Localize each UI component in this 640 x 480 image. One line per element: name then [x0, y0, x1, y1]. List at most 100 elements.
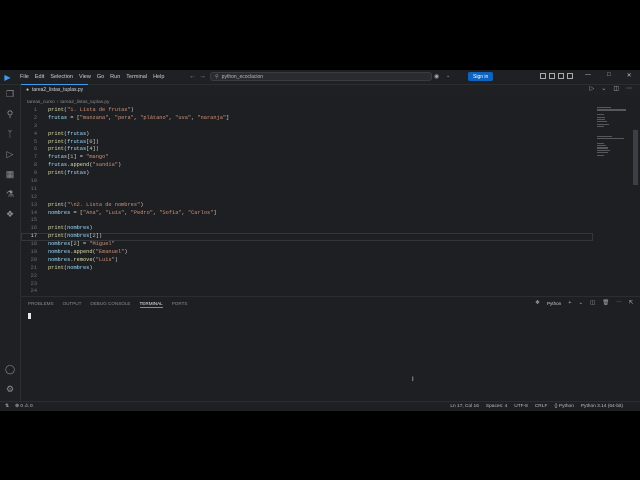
account-icon[interactable]: ◯: [5, 364, 15, 374]
maximize-icon[interactable]: □: [607, 72, 611, 79]
minimap-line: [597, 126, 604, 128]
panel-tabs: PROBLEMS OUTPUT DEBUG CONSOLE TERMINAL P…: [28, 301, 187, 308]
extensions-icon[interactable]: ▦: [5, 169, 15, 179]
menu-edit[interactable]: Edit: [32, 74, 47, 80]
minimap-line: [597, 149, 610, 151]
chevron-down-icon[interactable]: ⌄: [446, 73, 450, 79]
minimize-icon[interactable]: —: [585, 72, 591, 79]
cursor-position[interactable]: Ln 17, Col 16: [450, 404, 479, 409]
toggle-panel-icon[interactable]: [549, 73, 555, 79]
code-line[interactable]: 21 print(nombres): [21, 265, 621, 273]
more-actions-icon[interactable]: ⋯: [626, 85, 632, 92]
close-icon[interactable]: ✕: [627, 72, 632, 79]
python-interpreter[interactable]: Python 3.14 (64-bit): [581, 404, 623, 409]
code-line[interactable]: 15: [21, 217, 621, 225]
end-of-line[interactable]: CRLF: [535, 404, 548, 409]
line-number: 12: [30, 193, 37, 200]
source-control-icon[interactable]: ᛉ: [5, 129, 15, 139]
encoding[interactable]: UTF-8: [514, 404, 528, 409]
customize-layout-icon[interactable]: [567, 73, 573, 79]
code-line[interactable]: 3: [21, 123, 621, 131]
chevron-down-icon[interactable]: ⌄: [578, 300, 583, 306]
code-line[interactable]: 1 print("1. Lista de frutas"): [21, 107, 621, 115]
command-center-search[interactable]: ⚲ python_ecoclacion: [210, 72, 432, 81]
new-terminal-icon[interactable]: +: [568, 300, 571, 306]
status-bar: ⇅ ⊗ 0 ⚠ 0 Ln 17, Col 16 Spaces: 4 UTF-8 …: [0, 401, 640, 411]
tab-terminal[interactable]: TERMINAL: [139, 301, 163, 308]
more-actions-icon[interactable]: ⋯: [616, 300, 622, 306]
language-mode[interactable]: {} Python: [554, 404, 573, 409]
line-number: 21: [30, 264, 37, 271]
run-file-icon[interactable]: ▷: [590, 85, 595, 92]
code-line[interactable]: 5 print(frutas[0]): [21, 139, 621, 147]
code-line[interactable]: 22: [21, 273, 621, 281]
code-line[interactable]: 20 nombres.remove("Luis"): [21, 257, 621, 265]
layout-controls: [540, 73, 573, 79]
menu-run[interactable]: Run: [107, 74, 123, 80]
menu-selection[interactable]: Selection: [47, 74, 76, 80]
code-line[interactable]: 7 frutas[1] = "mango": [21, 154, 621, 162]
minimap-line: [597, 123, 609, 125]
code-line[interactable]: 6 print(frutas[4]): [21, 146, 621, 154]
code-line[interactable]: 13 print("\n2. Lista de nombres"): [21, 202, 621, 210]
tab-output[interactable]: OUTPUT: [63, 301, 82, 308]
bottom-panel: PROBLEMS OUTPUT DEBUG CONSOLE TERMINAL P…: [21, 296, 640, 402]
editor-scrollbar[interactable]: [633, 130, 638, 185]
testing-icon[interactable]: ⚗: [5, 189, 15, 199]
code-line[interactable]: 18 nombres[2] = "Miguel": [21, 241, 621, 249]
explorer-icon[interactable]: ❐: [5, 89, 15, 99]
code-line[interactable]: 2 frutas = ["manzana", "pera", "plátano",…: [21, 115, 621, 123]
maximize-panel-icon[interactable]: ⇱: [629, 300, 634, 306]
code-line[interactable]: 4 print(frutas): [21, 131, 621, 139]
run-debug-icon[interactable]: ▷: [5, 149, 15, 159]
menu-go[interactable]: Go: [94, 74, 107, 80]
split-editor-icon[interactable]: ◫: [613, 85, 619, 92]
code-line[interactable]: 19 nombres.append("Emanuel"): [21, 249, 621, 257]
chevron-down-icon[interactable]: ⌄: [601, 85, 606, 92]
sign-in-button[interactable]: Sign in: [468, 72, 494, 81]
code-editor[interactable]: 1 print("1. Lista de frutas") 2 frutas = ["…: [21, 107, 621, 294]
code-line[interactable]: 11: [21, 186, 621, 194]
search-icon[interactable]: ⚲: [5, 109, 15, 119]
line-number: 10: [30, 178, 37, 185]
split-terminal-icon[interactable]: ◫: [590, 300, 595, 306]
error-count: 0: [20, 404, 24, 409]
code-line[interactable]: 14 nombres = ["Ana", "Luis", "Pedro", "So…: [21, 210, 621, 218]
copilot-icon[interactable]: ◉: [434, 73, 439, 80]
remote-icon[interactable]: ⇅: [5, 404, 9, 409]
breadcrumb-folder[interactable]: tareas_curso: [27, 100, 55, 105]
editor-tab[interactable]: ● tarea2_listas_tuplas.py: [21, 84, 89, 95]
problems-status[interactable]: ⊗ 0 ⚠ 0: [15, 404, 33, 409]
python-icon[interactable]: ❖: [5, 209, 15, 219]
tab-debug-console[interactable]: DEBUG CONSOLE: [90, 301, 130, 308]
code-line[interactable]: 17 print(nombres[2]): [21, 233, 593, 242]
kill-terminal-icon[interactable]: 🗑: [602, 300, 609, 306]
code-line[interactable]: 10: [21, 178, 621, 186]
menu-view[interactable]: View: [76, 74, 94, 80]
editor-actions: ▷ ⌄ ◫ ⋯: [590, 85, 632, 92]
code-line[interactable]: 16 print(nombres): [21, 225, 621, 233]
breadcrumb-file[interactable]: tarea2_listas_tuplas.py: [60, 100, 109, 105]
code-line[interactable]: 8 frutas.append("sandía"): [21, 162, 621, 170]
code-line[interactable]: 23: [21, 281, 621, 289]
menu-file[interactable]: File: [17, 74, 32, 80]
code-line[interactable]: 12: [21, 194, 621, 202]
line-number: 13: [30, 201, 37, 208]
minimap[interactable]: [597, 107, 627, 156]
toggle-secondary-sidebar-icon[interactable]: [558, 73, 564, 79]
line-number: 9: [33, 170, 37, 177]
terminal-name[interactable]: Python: [547, 301, 561, 306]
nav-back-forward-icon[interactable]: ←→: [189, 73, 209, 80]
toggle-sidebar-icon[interactable]: [540, 73, 546, 79]
menu-terminal[interactable]: Terminal: [123, 74, 150, 80]
tab-problems[interactable]: PROBLEMS: [28, 301, 54, 308]
python-file-icon: ●: [26, 87, 30, 93]
line-number: 15: [30, 217, 37, 224]
tab-ports[interactable]: PORTS: [172, 301, 188, 308]
settings-gear-icon[interactable]: ⚙: [5, 384, 15, 394]
code-line[interactable]: 9 print(frutas): [21, 170, 621, 178]
activity-bar: ❐ ⚲ ᛉ ▷ ▦ ⚗ ❖ ◯ ⚙: [0, 85, 21, 401]
menu-help[interactable]: Help: [150, 74, 167, 80]
line-number: 3: [33, 122, 37, 129]
indentation[interactable]: Spaces: 4: [486, 404, 507, 409]
